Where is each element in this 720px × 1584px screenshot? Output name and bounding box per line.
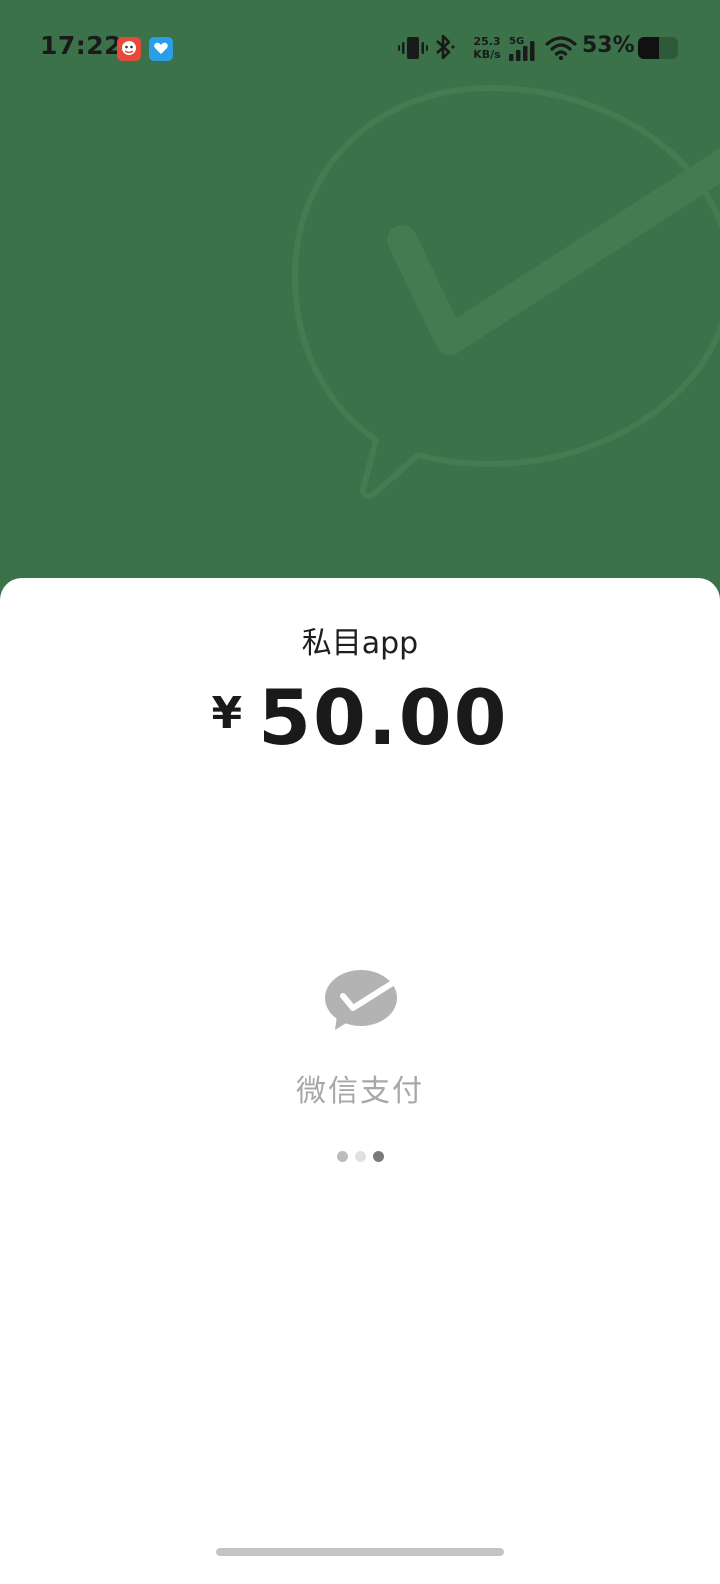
- status-time: 17:22: [40, 31, 123, 60]
- amount-row: ¥50.00: [0, 673, 720, 762]
- battery-fill: [638, 37, 660, 59]
- merchant-name: 私目app: [301, 626, 419, 661]
- net-speed-value: 25.3: [473, 35, 501, 48]
- wechat-pay-icon: [325, 970, 397, 1030]
- payment-screen: 17:22 25.3 KB/s 5G 53% 私目app ¥ 50.00 微信支…: [0, 0, 720, 1584]
- app-notification-icon: [117, 37, 141, 61]
- payment-amount: 50.00: [258, 673, 509, 762]
- loading-dot: [372, 1151, 384, 1162]
- currency-symbol: ¥: [211, 688, 243, 739]
- net-speed: 25.3 KB/s: [471, 35, 503, 61]
- payment-method-label: 微信支付: [296, 1074, 424, 1109]
- home-indicator[interactable]: [216, 1548, 504, 1556]
- signal-icon: [509, 41, 535, 61]
- loading-indicator: [0, 1151, 720, 1162]
- net-speed-unit: KB/s: [473, 48, 501, 61]
- wifi-icon: [545, 36, 577, 61]
- app-notification-icon-2: [149, 37, 173, 61]
- vibrate-icon: [398, 37, 428, 59]
- loading-dot: [354, 1151, 366, 1162]
- payment-sheet: 私目app ¥50.00 微信支付: [0, 578, 720, 1584]
- loading-dot: [336, 1151, 348, 1162]
- wechat-pay-watermark-icon: [291, 84, 720, 499]
- bluetooth-icon: [436, 34, 455, 60]
- battery-percent: 53%: [582, 33, 635, 58]
- battery-icon: [638, 37, 678, 59]
